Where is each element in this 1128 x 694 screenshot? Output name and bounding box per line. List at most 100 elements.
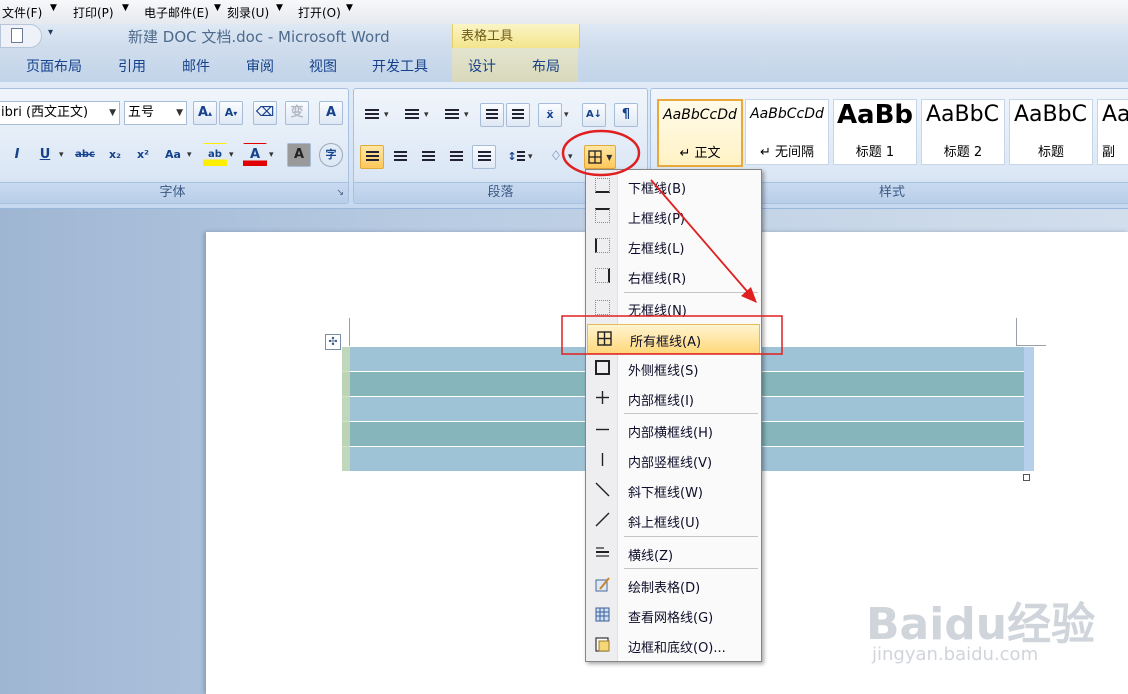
- ribbon: ibri (西文正文) ▼ 五号 ▼ A▴ A▾ ⌫ 变 A I U ▾ abc…: [0, 82, 1128, 209]
- style-heading-2[interactable]: AaBbC 标题 2: [921, 99, 1005, 165]
- menu-item-bottom-border[interactable]: 下框线(B): [586, 172, 761, 200]
- menu-item-inside-horizontal[interactable]: 内部横框线(H): [586, 416, 761, 444]
- horizontal-line-icon: [596, 547, 609, 557]
- chevron-down-icon[interactable]: ▼: [346, 3, 353, 13]
- change-case-icon[interactable]: Aa: [161, 143, 185, 167]
- align-right-icon[interactable]: [416, 145, 440, 169]
- menu-item-diagonal-down[interactable]: 斜下框线(W): [586, 476, 761, 504]
- justify-icon[interactable]: [444, 145, 468, 169]
- strikethrough-icon[interactable]: abc: [73, 143, 97, 167]
- chevron-down-icon[interactable]: ▼: [122, 3, 129, 13]
- clear-format-icon[interactable]: ⌫: [253, 101, 277, 125]
- inside-borders-icon: [596, 391, 609, 404]
- highlight-icon[interactable]: ab: [203, 143, 227, 167]
- style-subtitle[interactable]: Aa 副: [1097, 99, 1128, 165]
- diagonal-up-border-icon: [595, 512, 610, 527]
- menu-item-view-gridlines[interactable]: 查看网格线(G): [586, 601, 761, 629]
- underline-icon[interactable]: U: [33, 143, 57, 167]
- menu-item-horizontal-line[interactable]: 横线(Z): [586, 539, 761, 567]
- show-marks-icon[interactable]: ¶: [614, 103, 638, 127]
- all-borders-icon: [588, 149, 602, 164]
- italic-icon[interactable]: I: [5, 143, 29, 167]
- shading-icon[interactable]: ♢: [544, 145, 568, 169]
- menu-print[interactable]: 打印(P): [73, 4, 114, 21]
- style-no-spacing[interactable]: AaBbCcDd ↵ 无间隔: [745, 99, 829, 165]
- shrink-font-icon[interactable]: A▾: [219, 101, 243, 125]
- subscript-icon[interactable]: x₂: [103, 143, 127, 167]
- menu-item-inside-borders[interactable]: 内部框线(I): [586, 384, 761, 412]
- chinese-layout-icon[interactable]: ẍ: [538, 103, 562, 127]
- align-left-icon[interactable]: [360, 145, 384, 169]
- distributed-icon[interactable]: [472, 145, 496, 169]
- chevron-down-icon[interactable]: ▼: [276, 3, 283, 13]
- office-button[interactable]: [0, 24, 42, 48]
- chevron-down-icon[interactable]: ▾: [187, 150, 192, 160]
- table-move-handle[interactable]: ✣: [325, 334, 341, 350]
- borders-button[interactable]: ▼: [584, 145, 616, 169]
- quick-access-dropdown-icon[interactable]: ▾: [48, 27, 53, 38]
- font-name-combo[interactable]: ibri (西文正文) ▼: [0, 101, 120, 125]
- tab-mailings[interactable]: 邮件: [182, 56, 210, 76]
- tab-design[interactable]: 设计: [468, 56, 496, 76]
- chevron-down-icon[interactable]: ▾: [384, 110, 389, 120]
- font-color-icon[interactable]: A: [243, 143, 267, 167]
- increase-indent-icon[interactable]: [506, 103, 530, 127]
- menu-item-top-border[interactable]: 上框线(P): [586, 202, 761, 230]
- menu-item-inside-vertical[interactable]: 内部竖框线(V): [586, 446, 761, 474]
- phonetic-guide-icon[interactable]: 变: [285, 101, 309, 125]
- tab-review[interactable]: 审阅: [246, 56, 274, 76]
- superscript-icon[interactable]: x²: [131, 143, 155, 167]
- font-size-combo[interactable]: 五号 ▼: [124, 101, 187, 125]
- menu-item-borders-shading[interactable]: 边框和底纹(O)...: [586, 631, 761, 659]
- dialog-launcher-icon[interactable]: ↘: [336, 188, 344, 198]
- chevron-down-icon[interactable]: ▼: [176, 102, 183, 124]
- chevron-down-icon[interactable]: ▾: [229, 150, 234, 160]
- char-shading-icon[interactable]: A: [287, 143, 311, 167]
- ribbon-tab-row: 页面布局 引用 邮件 审阅 视图 开发工具 设计 布局: [0, 48, 1128, 82]
- chevron-down-icon[interactable]: ▾: [528, 152, 533, 162]
- chevron-down-icon[interactable]: ▼: [109, 102, 116, 124]
- menu-email[interactable]: 电子邮件(E): [144, 4, 209, 21]
- numbering-icon[interactable]: [400, 103, 424, 127]
- chevron-down-icon[interactable]: ▾: [269, 150, 274, 160]
- menu-separator: [624, 413, 758, 414]
- style-title[interactable]: AaBbC 标题: [1009, 99, 1093, 165]
- enclose-char-icon[interactable]: 字: [319, 143, 343, 167]
- menu-item-left-border[interactable]: 左框线(L): [586, 232, 761, 260]
- menu-item-draw-table[interactable]: 绘制表格(D): [586, 571, 761, 599]
- chevron-down-icon[interactable]: ▾: [59, 150, 64, 160]
- tab-layout[interactable]: 布局: [532, 56, 560, 76]
- decrease-indent-icon[interactable]: [480, 103, 504, 127]
- align-center-icon[interactable]: [388, 145, 412, 169]
- menu-burn[interactable]: 刻录(U): [227, 4, 269, 21]
- menu-item-right-border[interactable]: 右框线(R): [586, 262, 761, 290]
- watermark-url: jingyan.baidu.com: [872, 644, 1039, 665]
- chevron-down-icon[interactable]: ▼: [50, 3, 57, 13]
- chevron-down-icon[interactable]: ▾: [464, 110, 469, 120]
- menu-open[interactable]: 打开(O): [298, 4, 341, 21]
- chevron-down-icon[interactable]: ▾: [424, 110, 429, 120]
- style-heading-1[interactable]: AaBb 标题 1: [833, 99, 917, 165]
- style-normal[interactable]: AaBbCcDd ↵ 正文: [657, 99, 743, 167]
- draw-table-icon: [595, 577, 610, 592]
- chevron-down-icon[interactable]: ▾: [564, 110, 569, 120]
- multilevel-list-icon[interactable]: [440, 103, 464, 127]
- line-spacing-icon[interactable]: ↕: [504, 145, 528, 169]
- tab-developer[interactable]: 开发工具: [372, 56, 428, 76]
- tab-view[interactable]: 视图: [309, 56, 337, 76]
- tab-page-layout[interactable]: 页面布局: [26, 56, 82, 76]
- sort-icon[interactable]: A↓: [582, 103, 606, 127]
- bullets-icon[interactable]: [360, 103, 384, 127]
- menu-separator: [624, 568, 758, 569]
- grow-font-icon[interactable]: A▴: [193, 101, 217, 125]
- menu-item-no-border[interactable]: 无框线(N): [586, 294, 761, 322]
- menu-file[interactable]: 文件(F): [2, 4, 42, 21]
- menu-item-all-borders[interactable]: 所有框线(A): [587, 324, 760, 354]
- table-resize-handle[interactable]: [1023, 474, 1030, 481]
- menu-item-diagonal-up[interactable]: 斜上框线(U): [586, 506, 761, 534]
- chevron-down-icon[interactable]: ▼: [214, 3, 221, 13]
- menu-item-outside-borders[interactable]: 外侧框线(S): [586, 354, 761, 382]
- char-border-icon[interactable]: A: [319, 101, 343, 125]
- chevron-down-icon[interactable]: ▾: [568, 152, 573, 162]
- tab-references[interactable]: 引用: [118, 56, 146, 76]
